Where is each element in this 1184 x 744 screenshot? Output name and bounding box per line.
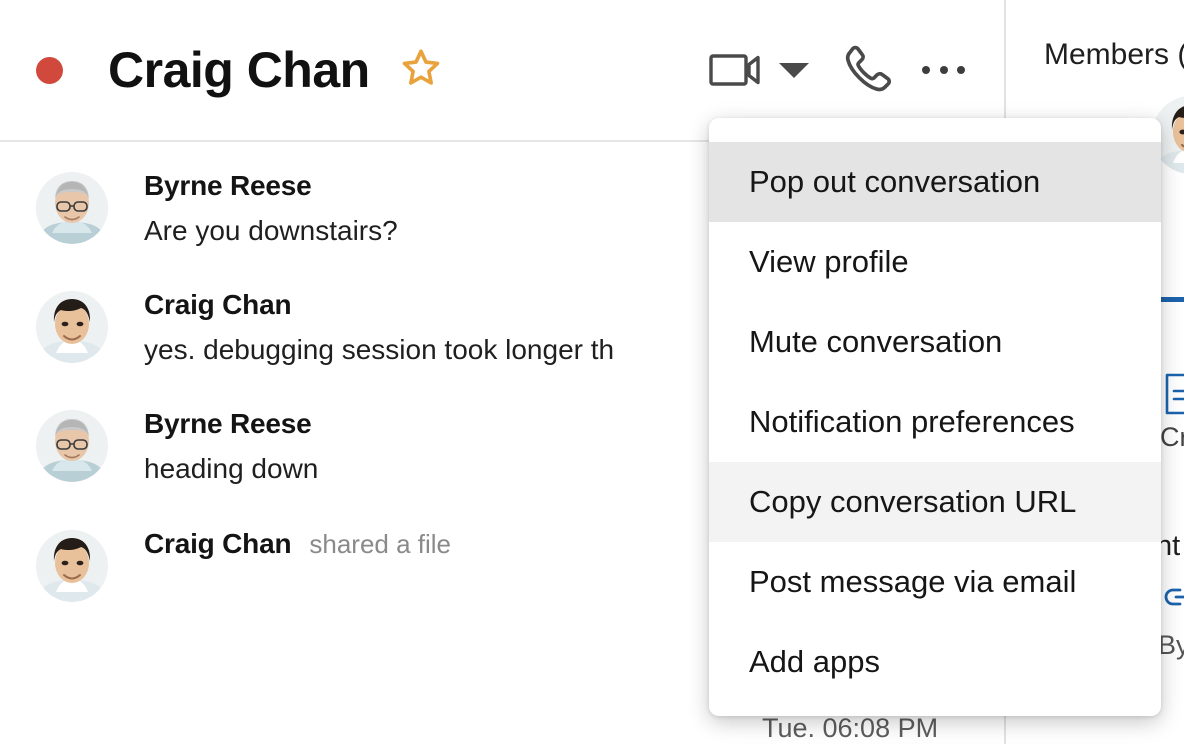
header-action-group (706, 44, 970, 96)
menu-item-label: Notification preferences (749, 404, 1075, 439)
message-author: Byrne Reese (144, 170, 312, 201)
menu-item-label: View profile (749, 244, 909, 279)
menu-item-post-message-via-email[interactable]: Post message via email (709, 542, 1161, 622)
message-meta: shared a file (309, 528, 452, 559)
menu-item-mute-conversation[interactable]: Mute conversation (709, 302, 1161, 382)
menu-item-label: Mute conversation (749, 324, 1003, 359)
star-icon[interactable] (398, 45, 444, 96)
members-panel-title: Members ( (1044, 38, 1184, 71)
menu-item-pop-out-conversation[interactable]: Pop out conversation (709, 142, 1161, 222)
active-tab-indicator (1160, 297, 1184, 302)
panel-text-fragment-3: By (1158, 630, 1184, 660)
message-author: Craig Chan (144, 289, 292, 321)
menu-item-label: Post message via email (749, 564, 1077, 599)
avatar[interactable] (36, 529, 108, 602)
menu-item-add-apps[interactable]: Add apps (709, 622, 1161, 702)
dot-3 (956, 66, 965, 74)
dot-2 (939, 66, 948, 74)
avatar[interactable] (36, 410, 108, 483)
message-author: Craig Chan (144, 527, 292, 559)
menu-item-copy-conversation-url[interactable]: Copy conversation URL (709, 462, 1161, 542)
audio-call-button[interactable] (834, 44, 896, 96)
presence-status-dot (36, 56, 63, 84)
menu-item-label: Copy conversation URL (749, 484, 1077, 519)
menu-item-view-profile[interactable]: View profile (709, 222, 1161, 302)
video-call-button[interactable] (706, 46, 768, 94)
page-title: Craig Chan (108, 42, 370, 98)
avatar[interactable] (36, 172, 108, 244)
video-options-button[interactable] (768, 46, 820, 94)
menu-item-label: Add apps (749, 644, 880, 679)
members-panel-header: Members ( (1006, 0, 1184, 110)
more-options-button[interactable] (918, 44, 970, 96)
menu-item-notification-preferences[interactable]: Notification preferences (709, 382, 1161, 462)
panel-text-fragment-1: Cr (1160, 422, 1184, 452)
dot-1 (922, 66, 931, 74)
document-icon[interactable] (1164, 372, 1184, 421)
link-chain-icon[interactable] (1162, 580, 1184, 619)
conversation-context-menu: Pop out conversation View profile Mute c… (709, 118, 1161, 716)
menu-item-label: Pop out conversation (749, 164, 1041, 199)
message-author: Byrne Reese (144, 408, 312, 440)
application-window: Craig Chan Byrne Reese Are you downstair… (0, 0, 1184, 744)
message-timestamp: Tue. 06:08 PM (762, 713, 939, 743)
avatar[interactable] (36, 291, 108, 364)
